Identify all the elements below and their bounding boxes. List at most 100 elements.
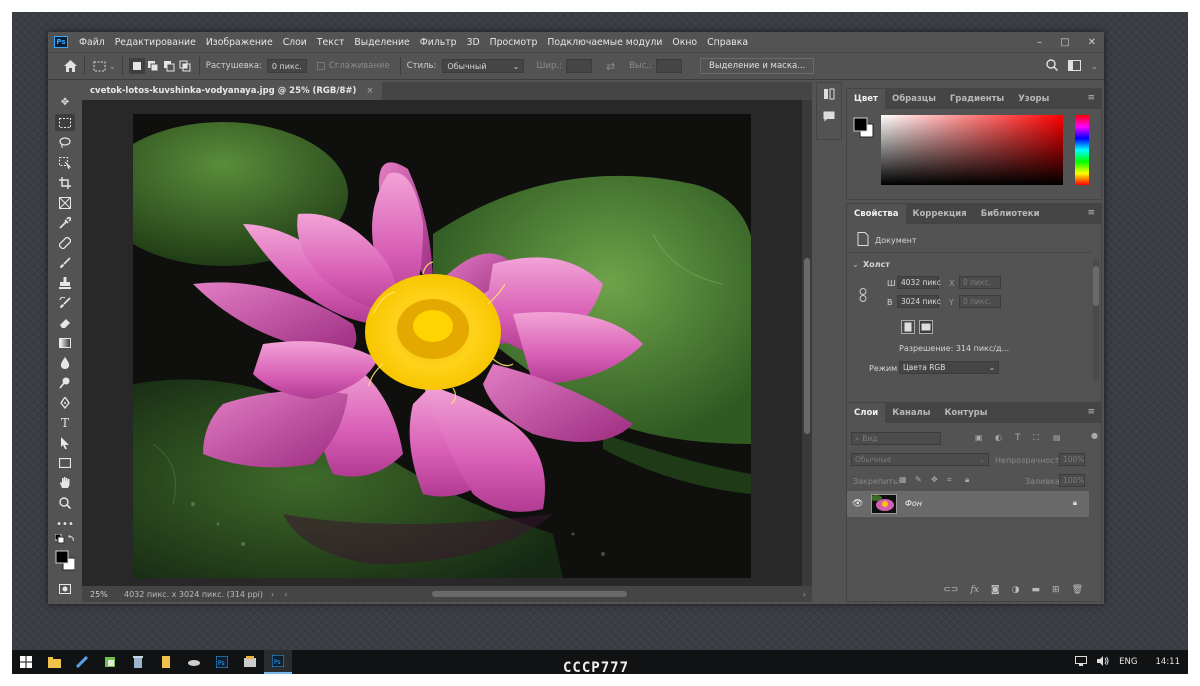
landscape-orientation-icon[interactable]	[919, 320, 933, 334]
chevron-left-icon[interactable]: ‹	[284, 590, 287, 599]
filter-smart-object-icon[interactable]: ▤	[1053, 433, 1061, 442]
filter-type-icon[interactable]: T	[1015, 433, 1021, 443]
healing-brush-tool-icon[interactable]	[55, 234, 75, 251]
menu-plugins[interactable]: Подключаемые модули	[542, 37, 667, 48]
photoshop-taskbar-icon[interactable]: Ps	[208, 650, 236, 674]
lock-position-icon[interactable]: ✥	[931, 475, 938, 484]
menu-select[interactable]: Выделение	[349, 37, 414, 48]
menu-file[interactable]: Файл	[74, 37, 110, 48]
tab-properties[interactable]: Свойства	[847, 204, 906, 224]
new-layer-icon[interactable]: ⊞	[1052, 585, 1060, 595]
workspace-icon[interactable]	[1067, 59, 1081, 74]
tab-color[interactable]: Цвет	[847, 89, 885, 109]
swap-icon[interactable]: ⇄	[606, 60, 615, 73]
frame-tool-icon[interactable]	[55, 194, 75, 211]
history-brush-tool-icon[interactable]	[55, 294, 75, 311]
eyedropper-tool-icon[interactable]	[55, 214, 75, 231]
clone-stamp-tool-icon[interactable]	[55, 274, 75, 291]
canvas-height-input[interactable]: 3024 пикс	[897, 295, 941, 308]
type-tool-icon[interactable]: T	[55, 414, 75, 431]
color-picker-field[interactable]	[881, 115, 1063, 185]
layer-row-background[interactable]: 👁︎ Фон 🔒︎	[847, 491, 1089, 517]
intersect-selection-icon[interactable]	[177, 58, 193, 74]
zoom-level[interactable]: 25%	[82, 590, 116, 599]
network-icon[interactable]	[1075, 655, 1088, 669]
menu-edit[interactable]: Редактирование	[110, 37, 201, 48]
hand-tool-icon[interactable]	[55, 474, 75, 491]
chevron-right-icon[interactable]: ›	[803, 590, 806, 599]
new-group-icon[interactable]: ▬	[1032, 585, 1041, 595]
style-select[interactable]: Обычный ⌄	[442, 59, 525, 73]
object-selection-tool-icon[interactable]	[55, 154, 75, 171]
default-colors-icon[interactable]	[55, 534, 75, 546]
canvas-x-input[interactable]: 0 пикс.	[959, 276, 1001, 289]
width-input[interactable]	[565, 59, 592, 73]
panel-menu-icon[interactable]: ≡	[1087, 407, 1095, 417]
layer-style-fx-icon[interactable]: fx	[970, 585, 978, 595]
app-icon-1[interactable]	[68, 650, 96, 674]
home-icon[interactable]	[62, 58, 78, 74]
link-icon[interactable]	[859, 288, 867, 304]
portrait-orientation-icon[interactable]	[901, 320, 915, 334]
quick-mask-icon[interactable]	[55, 580, 75, 597]
tab-channels[interactable]: Каналы	[885, 403, 937, 423]
horizontal-scrollbar-thumb[interactable]	[432, 591, 627, 597]
tab-layers[interactable]: Слои	[847, 403, 886, 423]
comments-icon[interactable]	[817, 105, 841, 127]
menu-help[interactable]: Справка	[702, 37, 753, 48]
photoshop-logo-icon[interactable]: Ps	[54, 36, 68, 48]
layer-filter-search[interactable]: ⌕ Вид	[851, 432, 941, 445]
document-tab[interactable]: cvetok-lotos-kuvshinka-vodyanaya.jpg @ 2…	[82, 82, 382, 100]
lock-image-icon[interactable]: ✎	[915, 475, 922, 484]
pen-tool-icon[interactable]	[55, 394, 75, 411]
canvas-y-input[interactable]: 0 пикс.	[959, 295, 1001, 308]
menu-filter[interactable]: Фильтр	[415, 37, 462, 48]
opacity-input[interactable]: 100%	[1059, 453, 1085, 466]
clock[interactable]: 14:11	[1156, 657, 1181, 667]
filter-adjustment-icon[interactable]: ◐	[995, 433, 1002, 442]
maximize-button[interactable]: □	[1060, 37, 1069, 48]
app-icon-3[interactable]	[180, 650, 208, 674]
menu-window[interactable]: Окно	[667, 37, 702, 48]
blend-mode-select[interactable]: Обычные ⌄	[851, 453, 989, 466]
properties-scrollbar[interactable]	[1093, 260, 1099, 380]
search-icon[interactable]	[1046, 59, 1058, 74]
antialias-checkbox[interactable]	[316, 62, 325, 70]
more-tools-icon[interactable]: •••	[55, 516, 75, 533]
path-selection-tool-icon[interactable]	[55, 434, 75, 451]
tab-adjustments[interactable]: Коррекция	[906, 204, 974, 224]
lock-transparent-icon[interactable]: ▦	[899, 475, 907, 484]
eye-icon[interactable]: 👁︎	[852, 499, 863, 509]
rectangle-tool-icon[interactable]	[55, 454, 75, 471]
menu-3d[interactable]: 3D	[462, 37, 485, 48]
add-mask-icon[interactable]: ◙	[991, 585, 1000, 595]
zoom-tool-icon[interactable]	[55, 494, 75, 511]
marquee-preset-icon[interactable]	[91, 58, 107, 74]
tab-patterns[interactable]: Узоры	[1011, 89, 1056, 109]
select-and-mask-button[interactable]: Выделение и маска...	[700, 58, 815, 74]
color-mode-select[interactable]: Цвета RGB ⌄	[899, 361, 999, 374]
volume-icon[interactable]	[1097, 655, 1109, 669]
menu-type[interactable]: Текст	[312, 37, 350, 48]
lasso-tool-icon[interactable]	[55, 134, 75, 151]
close-button[interactable]: ✕	[1088, 37, 1096, 48]
filter-shape-icon[interactable]: ⛶	[1033, 433, 1039, 443]
delete-layer-icon[interactable]: 🗑︎	[1072, 585, 1083, 595]
brush-tool-icon[interactable]	[55, 254, 75, 271]
chevron-down-icon[interactable]: ⌄	[852, 260, 859, 269]
add-selection-icon[interactable]	[145, 58, 161, 74]
subtract-selection-icon[interactable]	[161, 58, 177, 74]
photoshop-active-taskbar-icon[interactable]: Ps	[264, 650, 292, 674]
tab-libraries[interactable]: Библиотеки	[974, 204, 1047, 224]
folder-icon[interactable]	[152, 650, 180, 674]
recycle-bin-icon[interactable]	[124, 650, 152, 674]
history-icon[interactable]	[817, 83, 841, 105]
tab-swatches[interactable]: Образцы	[885, 89, 943, 109]
foreground-background-color-icon[interactable]	[55, 550, 75, 572]
lock-artboard-icon[interactable]: ⌗	[947, 475, 952, 485]
file-explorer-icon[interactable]	[40, 650, 68, 674]
rectangular-marquee-tool-icon[interactable]	[55, 114, 75, 131]
close-tab-icon[interactable]: ×	[366, 86, 373, 96]
blur-tool-icon[interactable]	[55, 354, 75, 371]
chevron-down-icon[interactable]: ⌄	[109, 62, 116, 71]
